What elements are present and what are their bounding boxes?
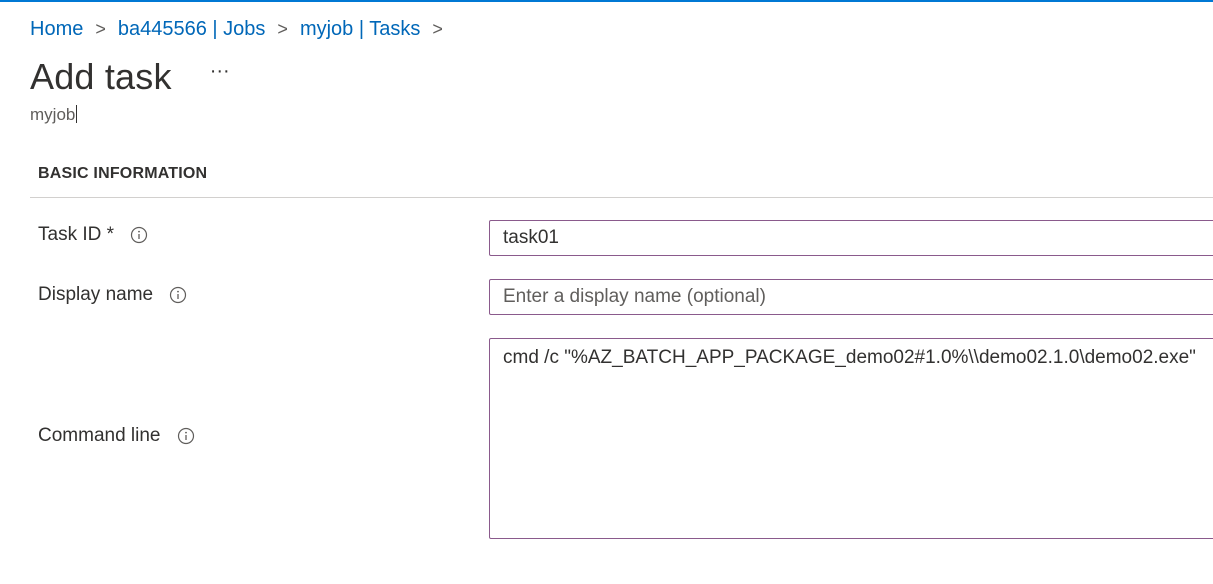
command-line-textarea[interactable]: cmd /c "%AZ_BATCH_APP_PACKAGE_demo02#1.0…: [489, 338, 1213, 539]
info-icon[interactable]: [169, 286, 187, 304]
display-name-input[interactable]: Enter a display name (optional): [489, 279, 1213, 315]
info-icon[interactable]: [130, 226, 148, 244]
breadcrumb-tasks[interactable]: myjob | Tasks: [300, 18, 420, 41]
display-name-label: Display name: [38, 284, 187, 306]
page-subtitle: myjob: [30, 105, 78, 125]
section-header-basic-information: BASIC INFORMATION: [38, 165, 208, 182]
top-accent-bar: [0, 0, 1213, 2]
breadcrumb-jobs[interactable]: ba445566 | Jobs: [118, 18, 266, 41]
title-row: Add task ···: [30, 56, 230, 98]
info-icon[interactable]: [177, 427, 195, 445]
chevron-right-icon: >: [432, 19, 443, 39]
section-divider: [30, 197, 1213, 198]
task-id-input[interactable]: task01: [489, 220, 1213, 256]
text-cursor: [76, 105, 78, 123]
task-id-label-text: Task ID *: [38, 224, 115, 245]
more-options-button[interactable]: ···: [210, 60, 230, 83]
task-id-label: Task ID *: [38, 224, 148, 246]
command-line-label: Command line: [38, 425, 195, 447]
page-title: Add task: [30, 56, 172, 97]
chevron-right-icon: >: [277, 19, 288, 39]
chevron-right-icon: >: [95, 19, 106, 39]
breadcrumb: Home > ba445566 | Jobs > myjob | Tasks >: [30, 18, 455, 41]
page-subtitle-text: myjob: [30, 105, 76, 124]
display-name-label-text: Display name: [38, 284, 154, 305]
command-line-label-text: Command line: [38, 425, 161, 446]
breadcrumb-home[interactable]: Home: [30, 18, 83, 41]
